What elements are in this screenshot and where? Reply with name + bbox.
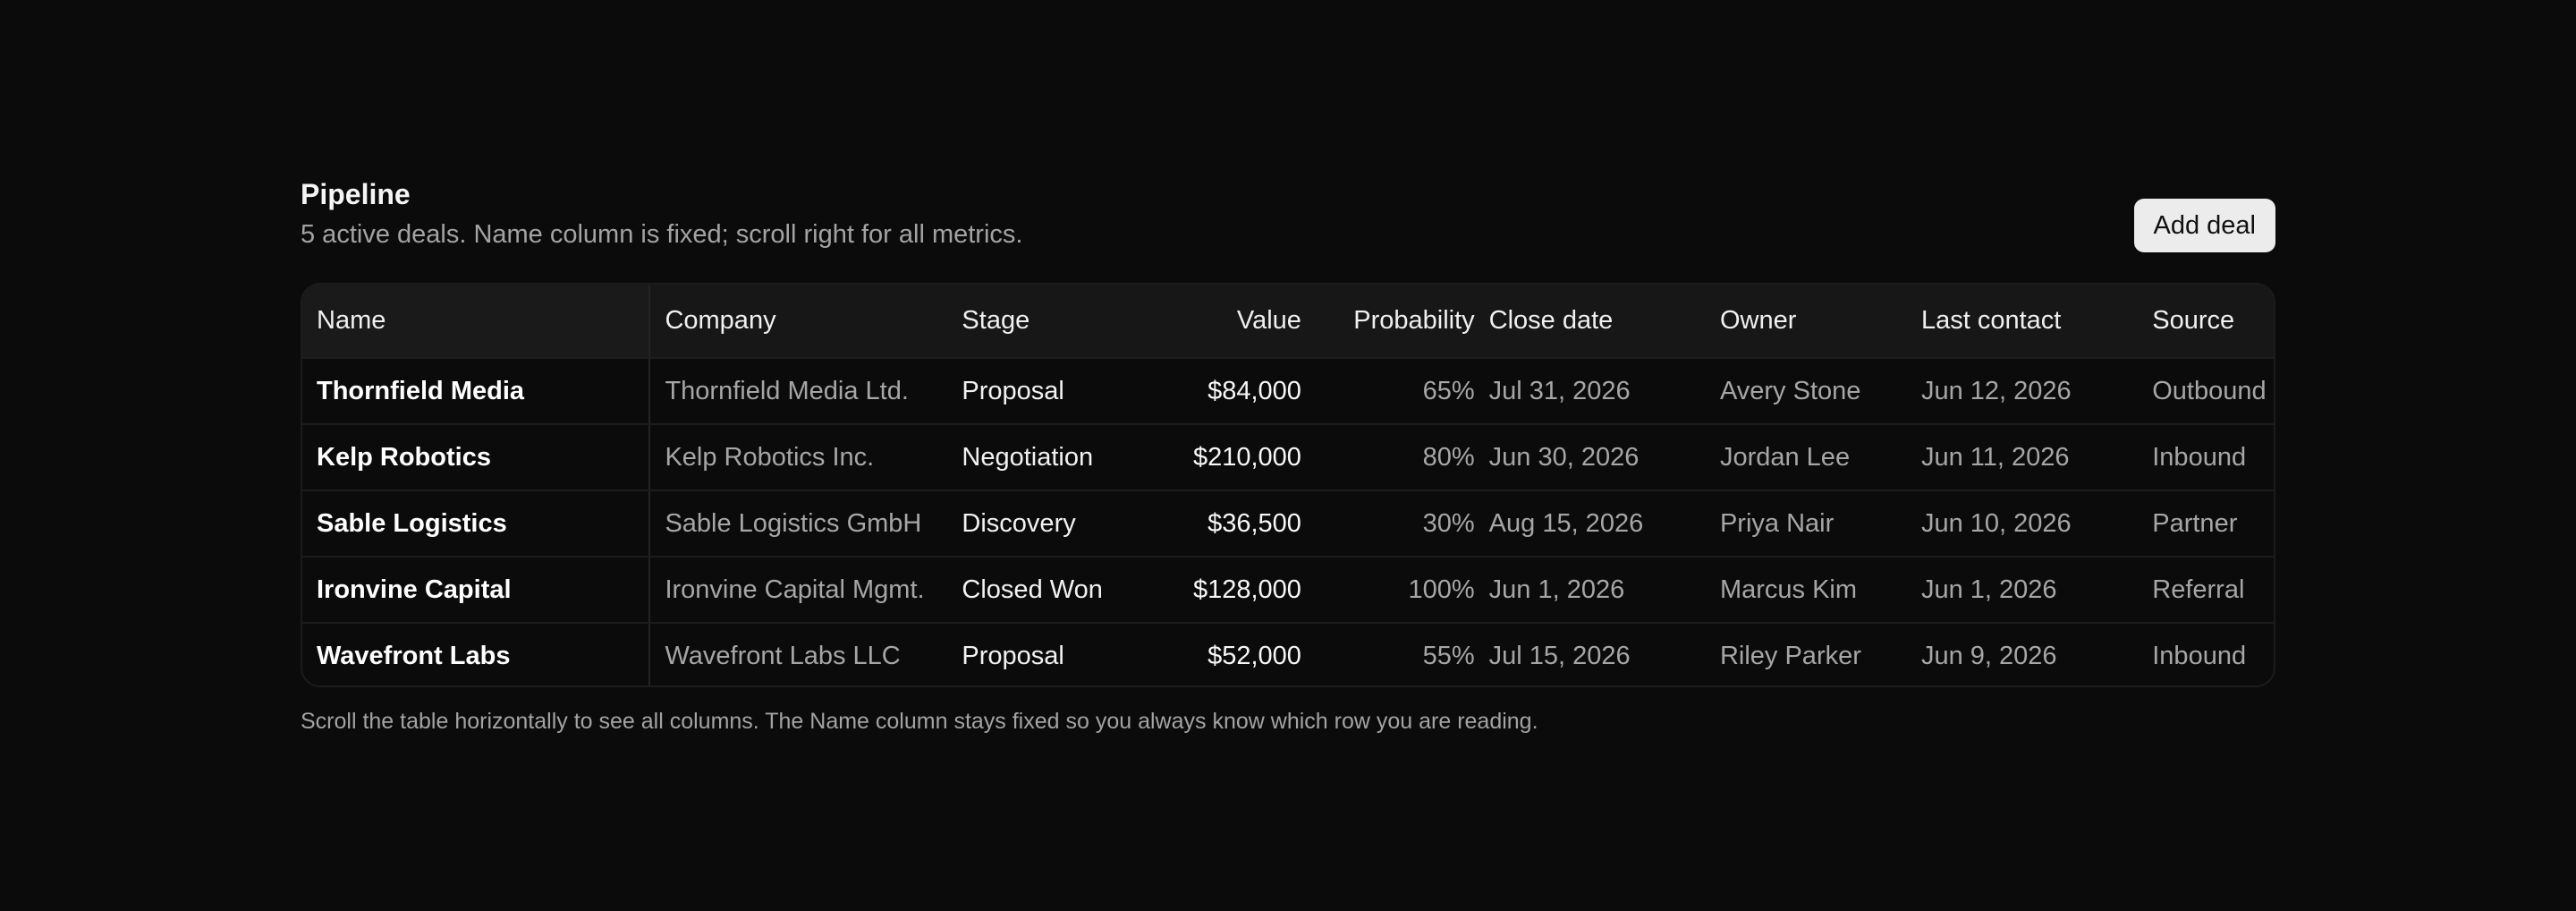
cell-owner: Riley Parker bbox=[1719, 642, 1861, 670]
column-header-close-date[interactable]: Close date bbox=[1474, 285, 1706, 359]
cell-source: Partner bbox=[2138, 490, 2274, 558]
cell-close-date: Jun 1, 2026 bbox=[1474, 557, 1706, 624]
cell-owner: Marcus Kim bbox=[1705, 557, 1907, 624]
cell-stage: Closed Won bbox=[947, 557, 1156, 624]
cell-source: Inbound bbox=[2152, 642, 2247, 670]
pipeline-header: Pipeline 5 active deals. Name column is … bbox=[301, 170, 2275, 285]
cell-probability: 65% bbox=[1301, 358, 1475, 425]
column-header-stage[interactable]: Stage bbox=[947, 285, 1156, 359]
cell-owner: Priya Nair bbox=[1705, 490, 1907, 558]
table-footnote: Scroll the table horizontally to see all… bbox=[301, 709, 1538, 734]
table-header-row: Name Company Stage Value Probability Clo… bbox=[302, 285, 2274, 359]
cell-stage: Negotiation bbox=[947, 424, 1156, 491]
cell-probability: 30% bbox=[1301, 490, 1475, 558]
table-row[interactable]: Ironvine Capital Ironvine Capital Mgmt. … bbox=[302, 557, 2274, 624]
cell-last-contact: Jun 11, 2026 bbox=[1906, 424, 2139, 491]
cell-last-contact: Jun 10, 2026 bbox=[1906, 490, 2139, 558]
column-header-value[interactable]: Value bbox=[1155, 285, 1301, 359]
cell-last-contact: Jun 1, 2026 bbox=[1906, 557, 2139, 624]
table-row[interactable]: Kelp Robotics Kelp Robotics Inc. Negotia… bbox=[302, 424, 2274, 491]
deals-table: Name Company Stage Value Probability Clo… bbox=[302, 285, 2274, 685]
cell-value: $128,000 bbox=[1155, 557, 1301, 624]
cell-company: Sable Logistics GmbH bbox=[649, 490, 948, 558]
cell-owner: Avery Stone bbox=[1705, 358, 1907, 425]
column-header-source[interactable]: Source bbox=[2138, 285, 2274, 359]
column-header-name[interactable]: Name bbox=[302, 285, 651, 359]
deals-table-scroll-container[interactable]: Name Company Stage Value Probability Clo… bbox=[301, 283, 2275, 687]
table-row[interactable]: Sable Logistics Sable Logistics GmbH Dis… bbox=[302, 490, 2274, 558]
page-subtitle: 5 active deals. Name column is fixed; sc… bbox=[301, 220, 1023, 249]
cell-source: Outbound bbox=[2138, 358, 2274, 425]
column-header-company[interactable]: Company bbox=[649, 285, 948, 359]
cell-company: Thornfield Media Ltd. bbox=[649, 358, 948, 425]
cell-source: Referral bbox=[2138, 557, 2274, 624]
cell-stage: Proposal bbox=[947, 358, 1156, 425]
cell-probability: 80% bbox=[1301, 424, 1475, 491]
cell-stage: Proposal bbox=[962, 642, 1064, 670]
cell-value: $52,000 bbox=[1208, 642, 1301, 670]
cell-name: Sable Logistics bbox=[302, 490, 651, 558]
cell-company: Wavefront Labs LLC bbox=[665, 642, 901, 670]
cell-close-date: Aug 15, 2026 bbox=[1474, 490, 1706, 558]
column-header-owner[interactable]: Owner bbox=[1705, 285, 1907, 359]
cell-last-contact: Jun 12, 2026 bbox=[1906, 358, 2139, 425]
cell-stage: Discovery bbox=[947, 490, 1156, 558]
table-row[interactable]: Wavefront Labs Wavefront Labs LLC Propos… bbox=[302, 623, 2274, 685]
page-title: Pipeline bbox=[301, 178, 411, 210]
cell-source: Inbound bbox=[2138, 424, 2274, 491]
cell-company: Kelp Robotics Inc. bbox=[649, 424, 948, 491]
cell-close-date: Jun 30, 2026 bbox=[1474, 424, 1706, 491]
pipeline-card: Pipeline 5 active deals. Name column is … bbox=[301, 170, 2275, 734]
cell-company: Ironvine Capital Mgmt. bbox=[649, 557, 948, 624]
cell-probability: 100% bbox=[1301, 557, 1475, 624]
cell-value: $84,000 bbox=[1155, 358, 1301, 425]
cell-value: $36,500 bbox=[1155, 490, 1301, 558]
cell-name: Ironvine Capital bbox=[302, 557, 651, 624]
cell-probability: 55% bbox=[1422, 642, 1475, 670]
cell-value: $210,000 bbox=[1155, 424, 1301, 491]
cell-close-date: Jul 15, 2026 bbox=[1488, 642, 1631, 670]
column-header-last-contact[interactable]: Last contact bbox=[1906, 285, 2139, 359]
cell-last-contact: Jun 9, 2026 bbox=[1920, 642, 2057, 670]
cell-name: Thornfield Media bbox=[302, 358, 651, 425]
cell-owner: Jordan Lee bbox=[1705, 424, 1907, 491]
add-deal-button[interactable]: Add deal bbox=[2133, 199, 2275, 252]
column-header-probability[interactable]: Probability bbox=[1301, 285, 1475, 359]
cell-name: Kelp Robotics bbox=[302, 424, 651, 491]
table-row[interactable]: Thornfield Media Thornfield Media Ltd. P… bbox=[302, 358, 2274, 425]
cell-name: Wavefront Labs bbox=[302, 623, 651, 685]
cell-close-date: Jul 31, 2026 bbox=[1474, 358, 1706, 425]
